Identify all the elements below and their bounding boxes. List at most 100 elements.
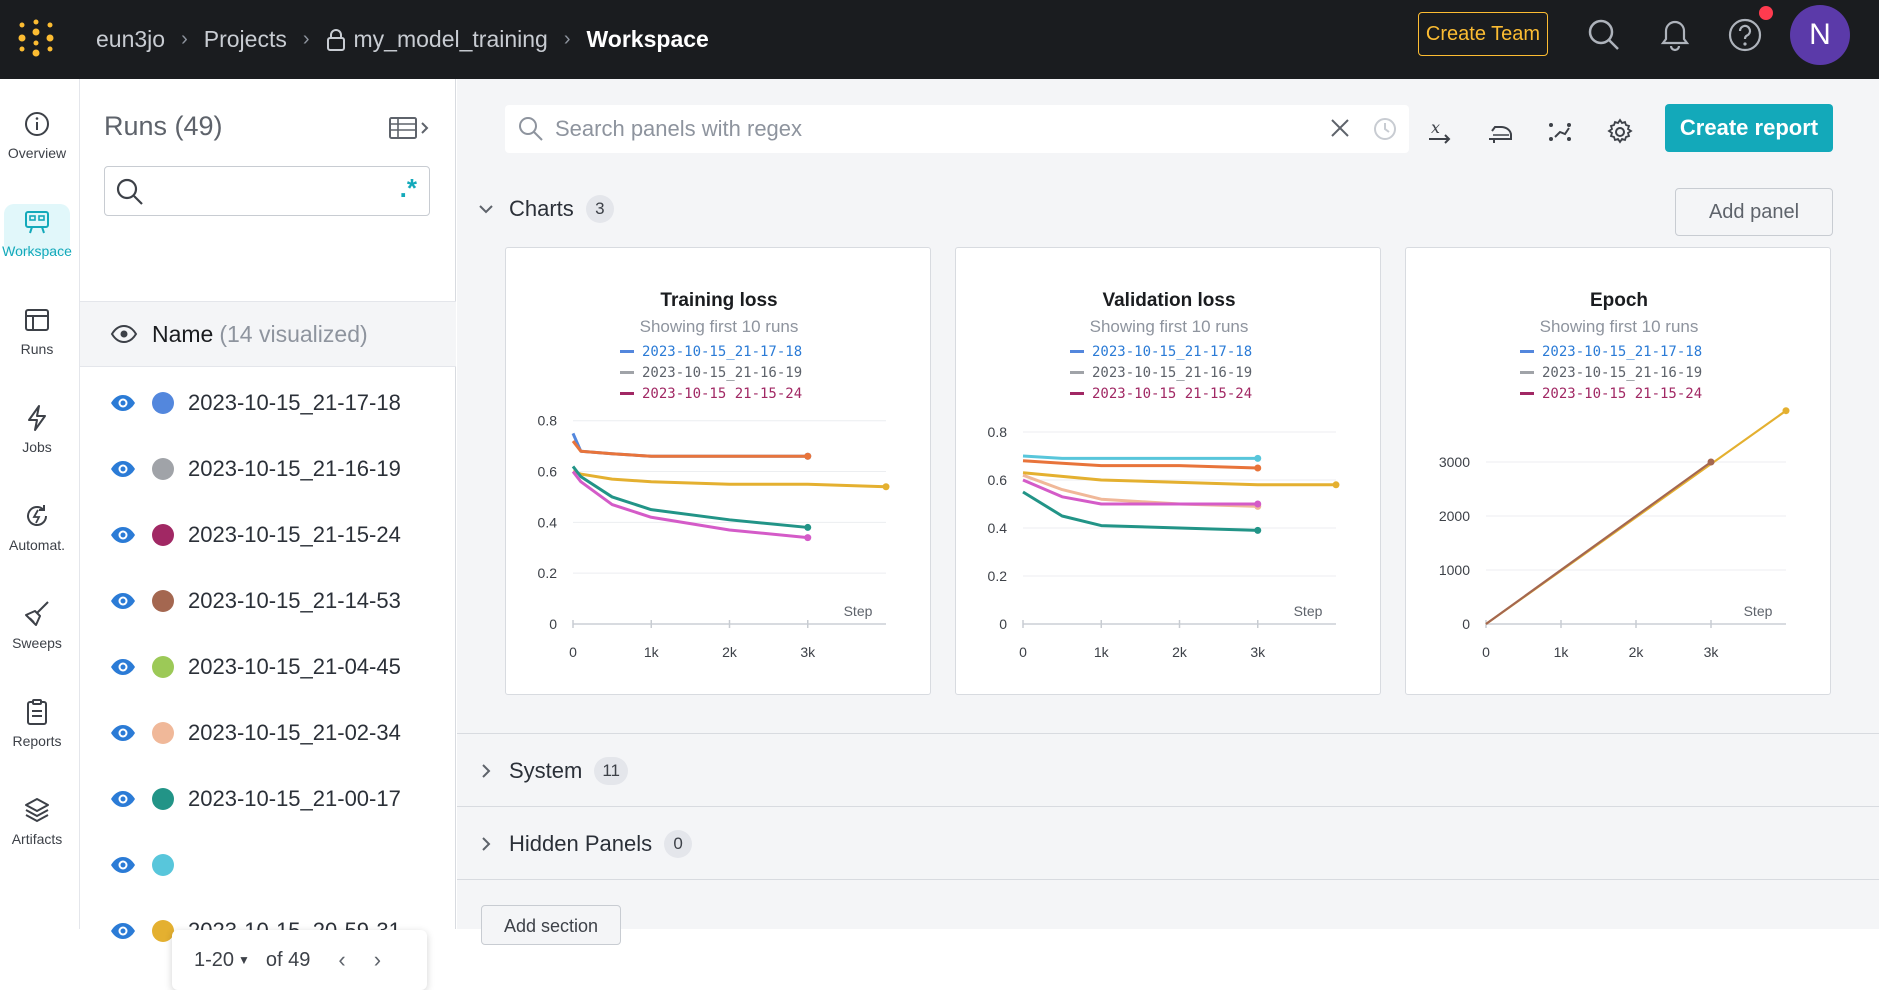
legend-entry[interactable]: 2023-10-15_21-16-19 [1070, 362, 1252, 383]
chevron-right-icon [482, 764, 491, 778]
runs-title: Runs (49) [104, 111, 223, 141]
nav-label: Workspace [2, 243, 72, 259]
history-icon[interactable] [1371, 115, 1399, 143]
section-system-header[interactable]: System 11 [475, 757, 629, 785]
legend-entry[interactable]: 2023-10-15_21-17-18 [620, 341, 802, 362]
run-row[interactable]: 2023-10-15_21-17-18 [80, 370, 456, 436]
run-name[interactable]: 2023-10-15_21-02-34 [188, 720, 401, 746]
expand-table-icon[interactable] [388, 115, 432, 141]
run-name[interactable]: 2023-10-15_21-15-24 [188, 522, 401, 548]
eye-icon[interactable] [110, 786, 136, 812]
page-size-select[interactable]: 1-20 [194, 949, 234, 972]
legend-entry[interactable]: 2023-10-15_21-15-24 [620, 383, 802, 399]
section-hidden-header[interactable]: Hidden Panels 0 [475, 830, 693, 858]
nav-automations[interactable]: Automat. [0, 501, 74, 553]
nav-sweeps[interactable]: Sweeps [0, 599, 74, 651]
outliers-icon[interactable] [1545, 117, 1575, 147]
y-tick-label: 1000 [1439, 562, 1470, 578]
x-axis-icon[interactable]: x [1425, 117, 1455, 147]
eye-icon[interactable] [110, 852, 136, 878]
runs-name-header[interactable]: Name (14 visualized) [80, 301, 456, 367]
breadcrumb-entity[interactable]: eun3jo [96, 26, 165, 53]
run-row[interactable]: 2023-10-15_21-02-34 [80, 700, 456, 766]
eye-icon[interactable] [110, 654, 136, 680]
chart-panel[interactable]: Epoch Showing first 10 runs 2023-10-15_21-… [1405, 247, 1831, 695]
help-icon[interactable] [1727, 17, 1763, 53]
y-tick-label: 0.6 [988, 472, 1008, 488]
run-name[interactable]: 2023-10-15_21-00-17 [188, 786, 401, 812]
run-color-dot[interactable] [152, 920, 174, 942]
prev-page-icon[interactable]: ‹ [338, 947, 345, 973]
add-section-button[interactable]: Add section [481, 905, 621, 945]
chart-plot[interactable]: 0 1000 2000 3000 0 1k 2k 3k Step [1406, 398, 1832, 688]
run-color-dot[interactable] [152, 590, 174, 612]
eye-icon[interactable] [110, 588, 136, 614]
runs-search-input[interactable]: .* [104, 166, 430, 216]
nav-overview[interactable]: Overview [0, 109, 74, 161]
run-color-dot[interactable] [152, 788, 174, 810]
y-tick-label: 0.6 [538, 464, 558, 480]
legend-entry[interactable]: 2023-10-15_21-16-19 [1520, 362, 1702, 383]
run-name[interactable]: 2023-10-15_21-17-18 [188, 390, 401, 416]
run-row[interactable]: 2023-10-15_21-14-53 [80, 568, 456, 634]
eye-icon[interactable] [110, 390, 136, 416]
run-color-dot[interactable] [152, 458, 174, 480]
settings-gear-icon[interactable] [1605, 117, 1635, 147]
eye-icon[interactable] [110, 918, 136, 944]
nav-workspace[interactable]: Workspace [0, 204, 74, 259]
wandb-logo-icon[interactable] [16, 18, 56, 58]
caret-down-icon[interactable]: ▼ [238, 953, 250, 967]
legend-entry[interactable]: 2023-10-15_21-17-18 [1070, 341, 1252, 362]
run-color-dot[interactable] [152, 392, 174, 414]
smoothing-icon[interactable] [1485, 117, 1515, 147]
chevron-right-icon: › [181, 28, 188, 50]
chart-panel[interactable]: Validation loss Showing first 10 runs 2023… [955, 247, 1381, 695]
run-color-dot[interactable] [152, 524, 174, 546]
nav-label: Reports [12, 733, 62, 749]
run-row[interactable]: 2023-10-15_21-15-24 [80, 502, 456, 568]
search-icon[interactable] [1586, 17, 1622, 53]
page-total: of 49 [265, 948, 311, 971]
nav-artifacts[interactable]: Artifacts [0, 795, 74, 847]
clear-icon[interactable] [1327, 115, 1353, 141]
panel-search-input[interactable]: Search panels with regex [505, 105, 1409, 153]
create-report-button[interactable]: Create report [1665, 104, 1833, 152]
legend-entry[interactable]: 2023-10-15_21-17-18 [1520, 341, 1702, 362]
chart-plot[interactable]: 0 0.2 0.4 0.6 0.8 0 1k 2k 3k Step [956, 398, 1382, 688]
create-team-button[interactable]: Create Team [1418, 12, 1548, 56]
eye-icon[interactable] [110, 320, 138, 348]
run-row[interactable]: 2023-10-15_21-16-19 [80, 436, 456, 502]
nav-runs[interactable]: Runs [0, 305, 74, 357]
run-name[interactable]: 2023-10-15_21-04-45 [188, 654, 401, 680]
run-color-dot[interactable] [152, 854, 174, 876]
chart-panel[interactable]: Training loss Showing first 10 runs 2023-1… [505, 247, 931, 695]
run-name[interactable]: 2023-10-15_21-16-19 [188, 456, 401, 482]
run-row[interactable] [80, 832, 456, 898]
breadcrumb-projects[interactable]: Projects [204, 26, 287, 53]
nav-reports[interactable]: Reports [0, 697, 74, 749]
avatar[interactable]: N [1790, 5, 1850, 65]
add-panel-button[interactable]: Add panel [1675, 188, 1833, 236]
run-name[interactable]: 2023-10-15_21-14-53 [188, 588, 401, 614]
legend-entry[interactable]: 2023-10-15_21-15-24 [1070, 383, 1252, 399]
regex-toggle[interactable]: .* [400, 173, 417, 204]
run-color-dot[interactable] [152, 722, 174, 744]
search-icon [519, 117, 543, 141]
bell-icon[interactable] [1657, 17, 1693, 53]
legend-entry[interactable]: 2023-10-15_21-16-19 [620, 362, 802, 383]
series-end-point [804, 523, 812, 531]
eye-icon[interactable] [110, 720, 136, 746]
section-divider [457, 879, 1879, 880]
run-row[interactable]: 2023-10-15_21-00-17 [80, 766, 456, 832]
section-charts-header[interactable]: Charts 3 [475, 195, 614, 223]
x-axis-label: Step [844, 603, 873, 619]
next-page-icon[interactable]: › [374, 947, 381, 973]
nav-jobs[interactable]: Jobs [0, 403, 74, 455]
chart-plot[interactable]: 0 0.2 0.4 0.6 0.8 0 1k 2k 3k Step [506, 398, 932, 688]
eye-icon[interactable] [110, 456, 136, 482]
breadcrumb-project[interactable]: my_model_training [354, 26, 548, 53]
legend-entry[interactable]: 2023-10-15_21-15-24 [1520, 383, 1702, 399]
run-row[interactable]: 2023-10-15_21-04-45 [80, 634, 456, 700]
eye-icon[interactable] [110, 522, 136, 548]
run-color-dot[interactable] [152, 656, 174, 678]
